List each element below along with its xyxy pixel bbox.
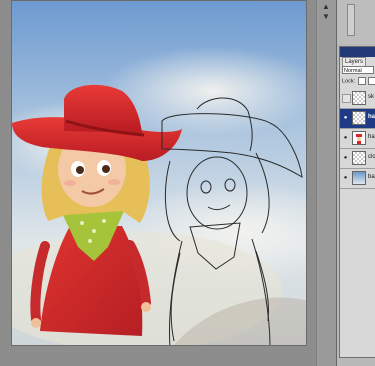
eye-icon[interactable]: ●	[342, 155, 349, 162]
blend-mode-select[interactable]: Normal	[342, 66, 374, 74]
layer-thumbnail	[352, 91, 366, 105]
layer-thumbnail	[352, 171, 366, 185]
lock-transparent-pixels-checkbox[interactable]	[357, 77, 366, 85]
layer-row[interactable]: ● ha	[340, 109, 375, 129]
document-workspace: ▲ ▼	[0, 0, 336, 366]
layer-name: ba	[368, 174, 375, 180]
layer-name: sk	[368, 94, 374, 100]
lock-image-pixels-checkbox[interactable]	[368, 77, 375, 85]
vertical-scrollbar[interactable]: ▲ ▼	[316, 0, 336, 366]
layer-row[interactable]: ● ha	[340, 129, 375, 149]
layer-name: ha	[368, 114, 375, 120]
layer-name: ha	[368, 134, 375, 140]
layer-thumbnail	[352, 131, 366, 145]
document-canvas[interactable]	[11, 0, 307, 346]
arrow-down-icon[interactable]: ▼	[321, 12, 331, 22]
panels-dock: Layers Normal Lock: sk ● ha ● ha ● clo ●…	[336, 0, 375, 366]
visibility-toggle[interactable]	[342, 94, 351, 103]
arrow-up-icon[interactable]: ▲	[321, 2, 331, 12]
panel-collapse-strip[interactable]	[347, 4, 355, 36]
layer-row[interactable]: ● clo	[340, 149, 375, 169]
illustration	[12, 1, 306, 345]
eye-icon[interactable]: ●	[342, 135, 349, 142]
layer-row[interactable]: ● ba	[340, 169, 375, 189]
eye-icon[interactable]: ●	[342, 175, 349, 182]
layer-row[interactable]: sk	[340, 89, 375, 109]
lock-label: Lock:	[342, 78, 356, 85]
lock-row: Lock:	[342, 77, 375, 86]
eye-icon[interactable]: ●	[342, 115, 349, 122]
panel-top-area	[337, 0, 375, 44]
layer-list: sk ● ha ● ha ● clo ● ba	[340, 89, 375, 189]
layer-thumbnail	[352, 151, 366, 165]
layers-panel-titlebar[interactable]	[340, 47, 375, 57]
layer-name: clo	[368, 154, 375, 160]
layer-thumbnail	[352, 111, 366, 125]
layers-panel: Layers Normal Lock: sk ● ha ● ha ● clo ●…	[339, 46, 375, 358]
